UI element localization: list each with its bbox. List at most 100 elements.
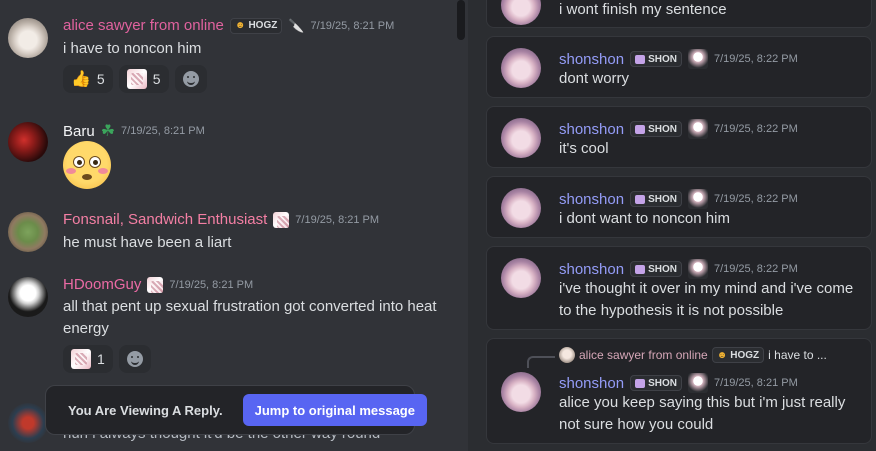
clover-icon: ☘ (100, 123, 116, 140)
role-icon (147, 276, 164, 293)
message-text: it's cool (559, 140, 609, 157)
reply-author[interactable]: alice sawyer from online (579, 348, 708, 362)
sticker-icon (126, 69, 147, 89)
reaction-count: 5 (152, 71, 161, 87)
timestamp: 7/19/25, 8:21 PM (310, 19, 395, 32)
heart-icon (635, 54, 646, 64)
thread-message[interactable]: shonshon SHON 7/19/25, 8:22 PM i dont wa… (486, 176, 872, 238)
author-name[interactable]: Fonsnail, Sandwich Enthusiast (63, 211, 267, 228)
reply-avatar (559, 347, 575, 363)
message-header: HDoomGuy 7/19/25, 8:21 PM (63, 276, 253, 293)
badge-icon (687, 49, 708, 69)
message-header: shonshon SHON 7/19/25, 8:22 PM (559, 259, 798, 279)
thread-message[interactable]: i wont finish my sentence (486, 0, 872, 28)
badge-icon (687, 373, 708, 393)
message-text: he must have been a liart (63, 234, 232, 251)
avatar[interactable] (8, 122, 48, 162)
role-icon (273, 211, 290, 228)
message-hdoomguy[interactable]: HDoomGuy 7/19/25, 8:21 PM all that pent … (0, 265, 455, 380)
reply-text: i have to ... (768, 348, 827, 362)
author-name[interactable]: shonshon (559, 121, 624, 138)
heart-icon (635, 194, 646, 204)
badge-icon (687, 119, 708, 139)
thumbs-up-icon: 👍 (71, 71, 91, 88)
message-text: alice you keep saying this but i'm just … (559, 394, 846, 433)
message-text: i wont finish my sentence (559, 1, 727, 18)
message-text: i dont want to noncon him (559, 210, 730, 227)
jump-to-original-button[interactable]: Jump to original message (242, 394, 427, 426)
badge-icon (687, 189, 708, 209)
reaction-count: 5 (96, 71, 105, 87)
timestamp: 7/19/25, 8:21 PM (295, 213, 380, 226)
message-text: i've thought it over in my mind and i've… (559, 280, 854, 319)
thread-message[interactable]: shonshon SHON 7/19/25, 8:22 PM i've thou… (486, 246, 872, 330)
author-name[interactable]: alice sawyer from online (63, 17, 224, 34)
knife-icon: 🔪 (288, 17, 305, 33)
timestamp: 7/19/25, 8:21 PM (713, 377, 798, 389)
flushed-face-icon (63, 141, 111, 189)
reactions-bar: 👍 5 5 (63, 65, 207, 93)
smile-icon (182, 71, 199, 87)
reply-connector (527, 356, 555, 368)
timestamp: 7/19/25, 8:21 PM (169, 278, 254, 291)
heart-icon (635, 378, 646, 388)
author-name[interactable]: Baru (63, 123, 95, 140)
avatar[interactable] (501, 258, 541, 298)
add-reaction-button[interactable] (118, 345, 151, 373)
guild-tag[interactable]: SHON (630, 261, 682, 277)
guild-tag: ☻ HOGZ (711, 347, 765, 363)
reaction-count: 1 (97, 351, 105, 367)
timestamp: 7/19/25, 8:22 PM (713, 53, 798, 65)
banner-text: You Are Viewing A Reply. (68, 402, 223, 418)
message-header: Fonsnail, Sandwich Enthusiast 7/19/25, 8… (63, 211, 379, 228)
reaction-sticker[interactable]: 1 (63, 345, 113, 373)
author-name[interactable]: shonshon (559, 375, 624, 392)
timestamp: 7/19/25, 8:22 PM (713, 193, 798, 205)
chat-pane: alice sawyer from online ☻ HOGZ 🔪 7/19/25… (0, 0, 470, 451)
avatar[interactable] (8, 277, 48, 317)
message-header: Baru ☘ 7/19/25, 8:21 PM (63, 121, 205, 141)
author-name[interactable]: shonshon (559, 261, 624, 278)
avatar[interactable] (501, 48, 541, 88)
scrollbar-thumb[interactable] (457, 0, 465, 40)
add-reaction-button[interactable] (174, 65, 207, 93)
thread-pane: i wont finish my sentence shonshon SHON … (470, 0, 876, 451)
author-name[interactable]: shonshon (559, 51, 624, 68)
avatar[interactable] (8, 212, 48, 252)
author-name[interactable]: shonshon (559, 191, 624, 208)
message-header: shonshon SHON 7/19/25, 8:21 PM (559, 373, 798, 393)
message-header: shonshon SHON 7/19/25, 8:22 PM (559, 119, 798, 139)
avatar[interactable] (501, 0, 541, 25)
message-header: shonshon SHON 7/19/25, 8:22 PM (559, 49, 798, 69)
message-header: alice sawyer from online ☻ HOGZ 🔪 7/19/25… (63, 17, 394, 34)
viewing-reply-banner: You Are Viewing A Reply. Jump to origina… (45, 385, 427, 435)
message-text: i have to noncon him (63, 40, 202, 57)
guild-tag[interactable]: SHON (630, 375, 682, 391)
avatar[interactable] (8, 18, 48, 58)
message-text: dont worry (559, 70, 630, 87)
thread-message[interactable]: shonshon SHON 7/19/25, 8:22 PM dont worr… (486, 36, 872, 98)
guild-tag[interactable]: ☻ HOGZ (229, 17, 283, 34)
avatar[interactable] (501, 118, 541, 158)
smile-icon (126, 351, 143, 367)
reactions-bar: 1 (63, 345, 151, 373)
timestamp: 7/19/25, 8:21 PM (121, 125, 205, 137)
thread-message[interactable]: shonshon SHON 7/19/25, 8:22 PM it's cool (486, 106, 872, 168)
message-alice[interactable]: alice sawyer from online ☻ HOGZ 🔪 7/19/25… (0, 0, 455, 100)
guild-tag[interactable]: SHON (630, 191, 682, 207)
guild-tag[interactable]: SHON (630, 121, 682, 137)
message-fonsnail[interactable]: Fonsnail, Sandwich Enthusiast 7/19/25, 8… (0, 200, 455, 260)
heart-icon (635, 124, 646, 134)
thread-message-reply[interactable]: alice sawyer from online ☻ HOGZ i have to… (486, 338, 872, 444)
guild-tag[interactable]: SHON (630, 51, 682, 67)
reaction-thumbs-up[interactable]: 👍 5 (63, 65, 113, 93)
sticker-icon (71, 349, 91, 369)
reaction-sticker[interactable]: 5 (118, 65, 169, 93)
author-name[interactable]: HDoomGuy (63, 276, 141, 293)
badge-icon (687, 259, 708, 279)
reply-preview[interactable]: alice sawyer from online ☻ HOGZ i have to… (559, 347, 827, 363)
message-text: all that pent up sexual frustration got … (63, 298, 437, 337)
avatar[interactable] (8, 403, 48, 443)
avatar[interactable] (501, 372, 541, 412)
avatar[interactable] (501, 188, 541, 228)
